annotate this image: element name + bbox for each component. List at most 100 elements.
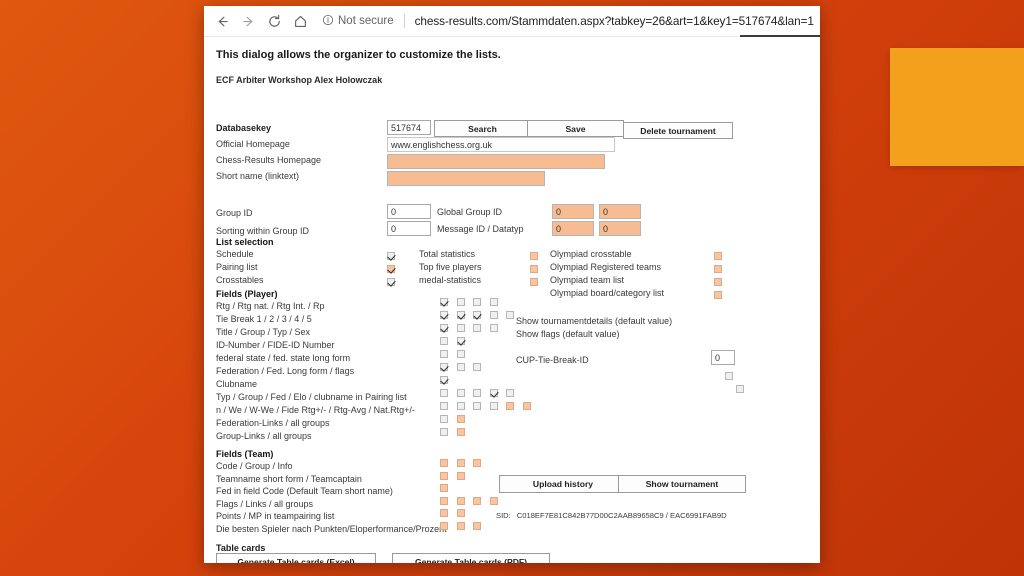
fields-player-checkbox[interactable] (440, 298, 448, 306)
decorative-yellow-panel (890, 48, 1024, 166)
fields-player-checkbox[interactable] (456, 402, 465, 410)
list-selection-right-label: Olympiad team list (550, 275, 625, 285)
global-group-id-input-b[interactable] (599, 204, 641, 219)
chess-results-homepage-input[interactable] (387, 154, 605, 169)
message-id-input-b[interactable] (599, 221, 641, 236)
fields-team-checkbox[interactable] (473, 521, 481, 530)
delete-tournament-button[interactable]: Delete tournament (623, 122, 733, 139)
fields-player-checkbox[interactable] (456, 350, 465, 358)
fields-team-checkbox[interactable] (456, 496, 465, 505)
group-id-input[interactable] (387, 204, 431, 219)
fields-team-checkbox[interactable] (473, 496, 481, 505)
list-selection-middle-checkbox[interactable] (530, 252, 538, 261)
fields-player-checkbox[interactable] (456, 337, 465, 345)
fields-player-checkbox[interactable] (456, 311, 465, 319)
fields-player-checkbox[interactable] (440, 376, 448, 384)
fields-player-checkbox[interactable] (456, 415, 465, 423)
generate-table-cards-excel-button[interactable]: Generate Table cards (Excel) (216, 553, 376, 563)
fields-player-checkbox[interactable] (440, 415, 448, 423)
list-selection-middle-checkbox[interactable] (530, 278, 538, 287)
fields-player-row-checkboxes (440, 428, 465, 436)
fields-team-row-label: Code / Group / Info (216, 461, 293, 471)
upload-history-button[interactable]: Upload history (499, 475, 627, 493)
show-flags-checkbox[interactable] (735, 385, 744, 394)
fields-team-checkbox[interactable] (440, 521, 448, 530)
fields-player-checkbox[interactable] (456, 298, 465, 306)
reload-icon[interactable] (262, 9, 286, 33)
fields-team-row-checkboxes (440, 471, 465, 480)
fields-player-checkbox[interactable] (473, 298, 481, 306)
fields-player-checkbox[interactable] (456, 363, 465, 371)
fields-player-checkbox[interactable] (456, 389, 465, 397)
fields-team-checkbox[interactable] (456, 471, 465, 480)
save-button[interactable]: Save (527, 120, 624, 137)
list-selection-middle-checkbox[interactable] (530, 265, 538, 274)
show-tournamentdetails-checkbox[interactable] (725, 372, 733, 381)
list-selection-right-checkbox[interactable] (714, 265, 722, 274)
fields-player-checkbox[interactable] (489, 389, 498, 397)
fields-player-checkbox[interactable] (456, 324, 465, 332)
fields-team-checkbox[interactable] (456, 459, 465, 467)
official-homepage-input[interactable] (387, 137, 615, 152)
list-selection-left-checkbox[interactable] (387, 265, 395, 274)
fields-player-row-checkboxes (440, 376, 448, 384)
fields-team-checkbox[interactable] (440, 496, 448, 505)
fields-team-row-label: Fed in field Code (Default Team short na… (216, 486, 393, 496)
fields-player-checkbox[interactable] (440, 428, 448, 436)
fields-player-checkbox[interactable] (506, 402, 514, 410)
fields-player-checkbox[interactable] (473, 402, 481, 410)
url-text[interactable]: chess-results.com/Stammdaten.aspx?tabkey… (415, 14, 814, 28)
cup-tie-break-id-input[interactable] (711, 350, 735, 365)
fields-team-checkbox[interactable] (440, 484, 448, 492)
sorting-within-group-input[interactable] (387, 221, 431, 236)
databasekey-input[interactable] (387, 120, 431, 135)
fields-player-checkbox[interactable] (522, 402, 531, 410)
fields-player-checkbox[interactable] (506, 311, 514, 319)
fields-team-checkbox[interactable] (489, 496, 498, 505)
fields-team-checkbox[interactable] (456, 509, 465, 517)
generate-table-cards-pdf-button[interactable]: Generate Table cards (PDF) (392, 553, 550, 563)
fields-player-checkbox[interactable] (489, 402, 498, 410)
fields-player-row-label: Title / Group / Typ / Sex (216, 327, 311, 337)
fields-player-checkbox[interactable] (440, 402, 448, 410)
message-id-input-a[interactable] (552, 221, 594, 236)
short-name-input[interactable] (387, 171, 545, 186)
fields-player-checkbox[interactable] (473, 311, 481, 319)
fields-player-checkbox[interactable] (473, 324, 481, 332)
sid-row: SID: C018EF7E81C842B77D00C2AAB89658C9 / … (496, 511, 727, 520)
fields-player-checkbox[interactable] (440, 389, 448, 397)
fields-player-row-label: Tie Break 1 / 2 / 3 / 4 / 5 (216, 314, 312, 324)
fields-team-checkbox[interactable] (440, 459, 448, 467)
fields-team-checkbox[interactable] (456, 521, 465, 530)
fields-team-checkbox[interactable] (473, 459, 481, 467)
fields-player-checkbox[interactable] (489, 298, 498, 306)
fields-player-row-checkboxes (440, 389, 514, 397)
fields-player-checkbox[interactable] (440, 337, 448, 345)
fields-player-checkbox[interactable] (473, 363, 481, 371)
fields-player-checkbox[interactable] (440, 324, 448, 332)
list-selection-right-checkbox[interactable] (714, 252, 722, 261)
list-selection-left-checkbox[interactable] (387, 278, 395, 287)
list-selection-right-checkbox[interactable] (714, 291, 722, 300)
fields-player-checkbox[interactable] (440, 350, 448, 358)
list-selection-right-checkbox[interactable] (714, 278, 722, 287)
fields-player-checkbox[interactable] (489, 324, 498, 332)
list-selection-left-checkbox[interactable] (387, 252, 395, 261)
info-circle-icon (322, 14, 334, 29)
arrow-right-icon[interactable] (236, 9, 260, 33)
security-indicator[interactable]: Not secure (322, 14, 394, 29)
fields-player-checkbox[interactable] (440, 363, 448, 371)
fields-team-checkbox[interactable] (440, 509, 448, 517)
fields-team-checkbox[interactable] (440, 471, 448, 480)
global-group-id-input-a[interactable] (552, 204, 594, 219)
address-bar[interactable]: Not secure chess-results.com/Stammdaten.… (322, 10, 814, 32)
fields-player-checkbox[interactable] (506, 389, 514, 397)
fields-player-checkbox[interactable] (456, 428, 465, 436)
search-button[interactable]: Search (434, 120, 531, 137)
fields-player-checkbox[interactable] (440, 311, 448, 319)
fields-player-checkbox[interactable] (473, 389, 481, 397)
home-icon[interactable] (288, 9, 312, 33)
show-tournament-button[interactable]: Show tournament (618, 475, 746, 493)
fields-player-checkbox[interactable] (489, 311, 498, 319)
arrow-left-icon[interactable] (210, 9, 234, 33)
